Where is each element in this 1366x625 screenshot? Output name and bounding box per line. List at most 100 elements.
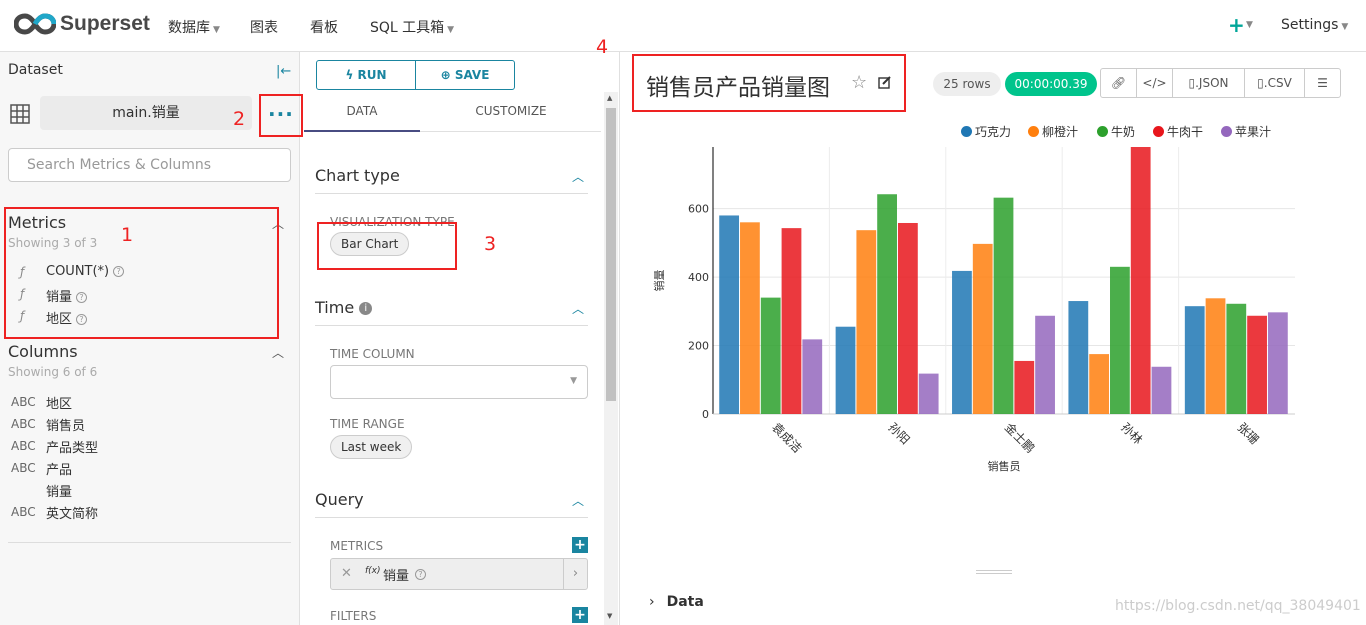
y-tick-label: 400 [688,271,709,284]
column-type: ABC [11,461,36,475]
bar-chart: 0 200 400 600 袁成洁 孙阳 金士鹏 孙林 张珊销售员 销量 [652,147,1295,473]
chevron-up-icon[interactable]: ︿ [272,215,284,232]
chart-bar [972,243,993,414]
filters-label: FILTERS [330,609,377,623]
column-item[interactable]: 英文简称 [46,503,98,522]
settings-label: Settings [1281,17,1339,33]
settings-menu[interactable]: Settings ▼ [1281,17,1348,33]
scroll-up-icon[interactable]: ▲ [607,94,612,102]
chevron-right-icon[interactable]: › [563,559,587,589]
column-item[interactable]: 销量 [46,481,72,500]
x-tick-label: 孙阳 [885,420,912,447]
dataset-name[interactable]: main.销量 [40,96,252,130]
search-metrics-columns-input[interactable]: Search Metrics & Columns [8,148,291,182]
scrollbar[interactable]: ▲ ▼ [604,92,618,625]
y-tick-label: 600 [688,203,709,216]
help-icon: ? [76,314,88,325]
x-axis-label: 销售员 [988,459,1021,473]
save-button[interactable]: ⊕ SAVE [415,61,514,89]
annotation-number-4: 4 [596,36,609,58]
menu-dashboards-label: 看板 [310,20,338,36]
chart-bar [1130,147,1151,414]
annotation-number-3: 3 [484,233,497,255]
column-item[interactable]: 产品类型 [46,437,98,456]
chart-bar [1035,315,1055,414]
column-item[interactable]: 地区 [46,393,72,412]
caret-down-icon: ▼ [570,376,577,386]
metric-item-label: 销量 [46,290,73,305]
x-tick-label: 金士鹏 [1002,420,1038,456]
x-tick-label: 袁成洁 [769,420,804,455]
column-type: ABC [11,505,36,519]
more-options-icon[interactable]: ··· [268,102,294,126]
collapse-panel-icon[interactable]: |← [276,64,291,79]
metrics-section-title[interactable]: Metrics [8,213,66,232]
visualization-type-select[interactable]: Bar Chart [330,232,410,256]
run-button-label: RUN [357,68,387,82]
help-icon: ? [113,266,125,277]
metric-chip-label: 销量 [383,569,410,584]
dataset-panel: Dataset |← main.销量 ··· Search Metrics & … [0,52,300,625]
data-expander-label: Data [666,594,704,610]
column-item[interactable]: 销售员 [46,415,85,434]
tab-data[interactable]: DATA [304,104,420,118]
time-column-select[interactable]: ▼ [330,365,588,399]
metric-item[interactable]: COUNT(*)? [46,264,125,279]
function-icon: ƒ [20,309,25,323]
menu-database-label: 数据库 [168,20,210,36]
chart-bar [835,326,856,414]
scrollbar-thumb[interactable] [606,108,616,401]
query-section[interactable]: Query ︿ [315,490,588,518]
scroll-down-icon[interactable]: ▼ [607,612,612,620]
tab-customize[interactable]: CUSTOMIZE [436,104,586,118]
column-item[interactable]: 产品 [46,459,72,478]
chart-bar [897,222,918,414]
menu-dashboards[interactable]: 看板 [310,17,338,37]
metric-item[interactable]: 地区? [46,308,88,327]
time-range-select[interactable]: Last week [330,435,413,459]
plus-circle-icon: ⊕ [440,68,455,82]
metric-chip[interactable]: ✕ f(x) 销量 ? › [330,558,588,590]
function-icon: f(x) [365,566,381,576]
y-tick-label: 0 [702,408,709,421]
x-tick-label: 张珊 [1235,420,1262,447]
remove-icon[interactable]: ✕ [341,566,352,581]
chart-type-section[interactable]: Chart type ︿ [315,166,588,194]
chevron-up-icon: ︿ [571,302,584,316]
query-title: Query [315,490,364,509]
annotation-number-1: 1 [121,224,134,246]
active-tab-indicator [304,130,420,132]
metrics-count: Showing 3 of 3 [8,236,98,250]
add-metric-button[interactable]: + [572,537,588,553]
time-column-label: TIME COLUMN [330,347,415,361]
resize-handle[interactable] [976,570,1012,574]
run-save-group: ϟ RUN ⊕ SAVE [316,60,515,90]
function-icon: ƒ [20,265,25,279]
menu-charts[interactable]: 图表 [250,17,278,37]
y-axis-label: 销量 [652,270,666,292]
chart-bar [740,222,760,414]
metric-item[interactable]: 销量? [46,286,88,305]
metric-item-label: 地区 [46,312,73,327]
chart-bar [856,230,877,414]
chevron-up-icon[interactable]: ︿ [272,344,284,361]
chart-bar [918,373,939,414]
run-button[interactable]: ϟ RUN [317,61,415,89]
column-type: ABC [11,395,36,409]
columns-section-title[interactable]: Columns [8,342,78,361]
chart-bar [760,297,781,414]
superset-logo[interactable]: Superset [14,11,150,37]
caret-down-icon[interactable]: ▼ [1246,20,1253,30]
plus-icon[interactable]: + [1228,13,1245,37]
chart-bar [781,228,802,414]
table-icon [10,104,30,124]
time-section[interactable]: Time i ︿ [315,298,588,326]
control-panel: ϟ RUN ⊕ SAVE DATA CUSTOMIZE Chart type ︿ … [300,52,620,625]
watermark-text: https://blog.csdn.net/qq_38049401 [1115,598,1361,614]
add-filter-button[interactable]: + [572,607,588,623]
chart-bar [1014,360,1035,414]
menu-database[interactable]: 数据库 ▼ [168,17,220,37]
data-expander[interactable]: › Data [649,594,704,610]
chart-bar [1205,298,1226,414]
menu-sql-lab[interactable]: SQL 工具箱 ▼ [370,17,454,37]
